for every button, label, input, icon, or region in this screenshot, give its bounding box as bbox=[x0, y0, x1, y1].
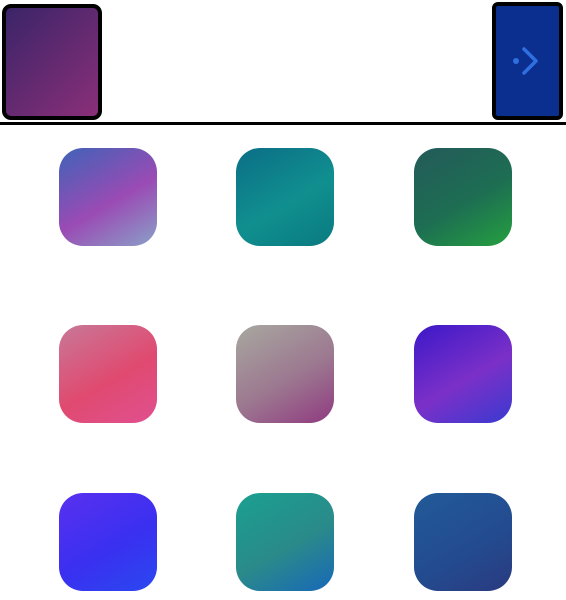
next-button[interactable] bbox=[492, 2, 563, 120]
header-divider bbox=[0, 122, 566, 125]
tile-1[interactable] bbox=[59, 148, 157, 246]
chevron-right-icon bbox=[512, 47, 538, 75]
tile-2[interactable] bbox=[236, 148, 334, 246]
header-bar bbox=[0, 0, 566, 126]
tile-grid bbox=[0, 126, 566, 600]
tile-4[interactable] bbox=[59, 325, 157, 423]
tile-9[interactable] bbox=[414, 493, 512, 591]
tile-6[interactable] bbox=[414, 325, 512, 423]
tile-8[interactable] bbox=[236, 493, 334, 591]
tile-3[interactable] bbox=[414, 148, 512, 246]
tile-5[interactable] bbox=[236, 325, 334, 423]
profile-tile[interactable] bbox=[2, 4, 102, 120]
tile-7[interactable] bbox=[59, 493, 157, 591]
